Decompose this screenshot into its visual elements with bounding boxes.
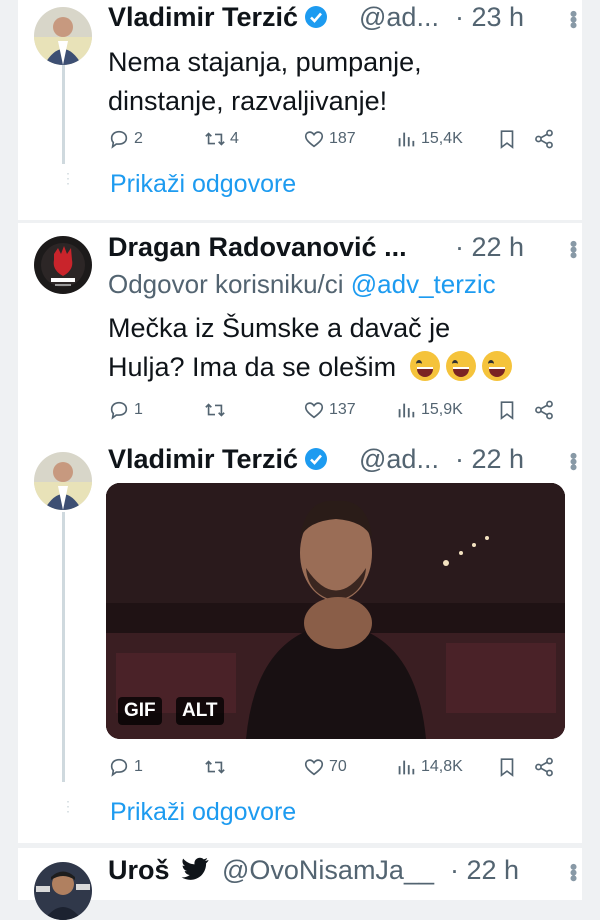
tweet-actions: 1 70 14,8K xyxy=(108,752,558,782)
author-handle[interactable]: @ad... xyxy=(359,444,439,475)
share-button[interactable] xyxy=(533,752,555,782)
show-replies-link[interactable]: Prikaži odgovore xyxy=(110,798,296,827)
bookmark-icon xyxy=(500,130,514,149)
tweet-text: Mečka iz Šumske a davač je Hulja? Ima da… xyxy=(108,309,512,387)
bookmark-button[interactable] xyxy=(496,752,518,782)
verified-icon xyxy=(305,448,328,470)
grinning-emoji-icon xyxy=(481,351,512,381)
alt-badge[interactable]: ALT xyxy=(176,697,224,725)
tweet-text: Nema stajanja, pumpanje, dinstanje, razv… xyxy=(108,47,422,116)
author-name[interactable]: Dragan Radovanović ... xyxy=(108,232,407,263)
like-button[interactable]: 70 xyxy=(303,752,347,782)
like-icon xyxy=(304,131,324,148)
retweet-icon xyxy=(205,403,225,417)
views-button[interactable]: 15,4K xyxy=(395,124,463,154)
author-name[interactable]: Uroš xyxy=(108,855,209,886)
share-button[interactable] xyxy=(533,395,555,425)
grinning-emoji-icon xyxy=(409,351,440,381)
views-button[interactable]: 14,8K xyxy=(395,752,463,782)
share-icon xyxy=(535,757,553,777)
bookmark-button[interactable] xyxy=(496,395,518,425)
reply-button[interactable]: 1 xyxy=(108,395,143,425)
tweet-time[interactable]: · 22 h xyxy=(455,444,524,475)
share-icon xyxy=(535,129,553,149)
bird-icon xyxy=(181,857,209,880)
tweet-time[interactable]: · 22 h xyxy=(455,232,524,263)
like-button[interactable]: 137 xyxy=(303,395,356,425)
views-button[interactable]: 15,9K xyxy=(395,395,463,425)
bookmark-icon xyxy=(500,401,514,420)
reply-icon xyxy=(110,130,128,149)
views-icon xyxy=(398,403,415,418)
author-handle[interactable]: @ad... xyxy=(359,2,439,33)
retweet-button[interactable] xyxy=(204,752,230,782)
grinning-emoji-icon xyxy=(445,351,476,381)
avatar[interactable] xyxy=(34,862,92,920)
retweet-icon xyxy=(205,760,225,774)
bookmark-icon xyxy=(500,758,514,777)
retweet-button[interactable] xyxy=(204,395,230,425)
gif-media[interactable]: GIF ALT xyxy=(106,483,565,739)
bookmark-button[interactable] xyxy=(496,124,518,154)
share-icon xyxy=(535,400,553,420)
author-name[interactable]: Vladimir Terzić xyxy=(108,444,328,475)
reply-icon xyxy=(110,758,128,777)
thread-line xyxy=(62,512,65,782)
reply-button[interactable]: 1 xyxy=(108,752,143,782)
author-handle[interactable]: @OvoNisamJa__ xyxy=(222,855,434,886)
like-button[interactable]: 187 xyxy=(303,124,356,154)
more-icon[interactable]: ••• xyxy=(560,240,586,257)
like-icon xyxy=(304,759,324,776)
thread-dots: ⋮ xyxy=(61,171,75,185)
gif-image xyxy=(106,483,565,739)
thread-line xyxy=(62,64,65,164)
share-button[interactable] xyxy=(533,124,555,154)
mention-link[interactable]: @adv_terzic xyxy=(351,269,496,299)
show-replies-link[interactable]: Prikaži odgovore xyxy=(110,170,296,199)
retweet-button[interactable]: 4 xyxy=(204,124,239,154)
reply-icon xyxy=(110,401,128,420)
avatar[interactable] xyxy=(34,7,92,65)
avatar[interactable] xyxy=(34,452,92,510)
more-icon[interactable]: ••• xyxy=(560,10,586,27)
tweet-time[interactable]: · 22 h xyxy=(450,855,519,886)
views-icon xyxy=(398,760,415,775)
views-icon xyxy=(398,132,415,147)
more-icon[interactable]: ••• xyxy=(560,863,586,880)
more-icon[interactable]: ••• xyxy=(560,452,586,469)
tweet-actions: 2 4 187 15,4K xyxy=(108,124,558,154)
like-icon xyxy=(304,402,324,419)
reply-button[interactable]: 2 xyxy=(108,124,143,154)
reply-context: Odgovor korisniku/ci @adv_terzic xyxy=(108,269,496,299)
thread-dots: ⋮ xyxy=(61,799,75,813)
tweet-actions: 1 137 15,9K xyxy=(108,395,558,425)
verified-icon xyxy=(305,6,328,28)
tweet-time[interactable]: · 23 h xyxy=(455,2,524,33)
author-name[interactable]: Vladimir Terzić xyxy=(108,2,328,33)
gif-badge: GIF xyxy=(118,697,162,725)
retweet-icon xyxy=(205,132,225,146)
avatar[interactable] xyxy=(34,236,92,294)
